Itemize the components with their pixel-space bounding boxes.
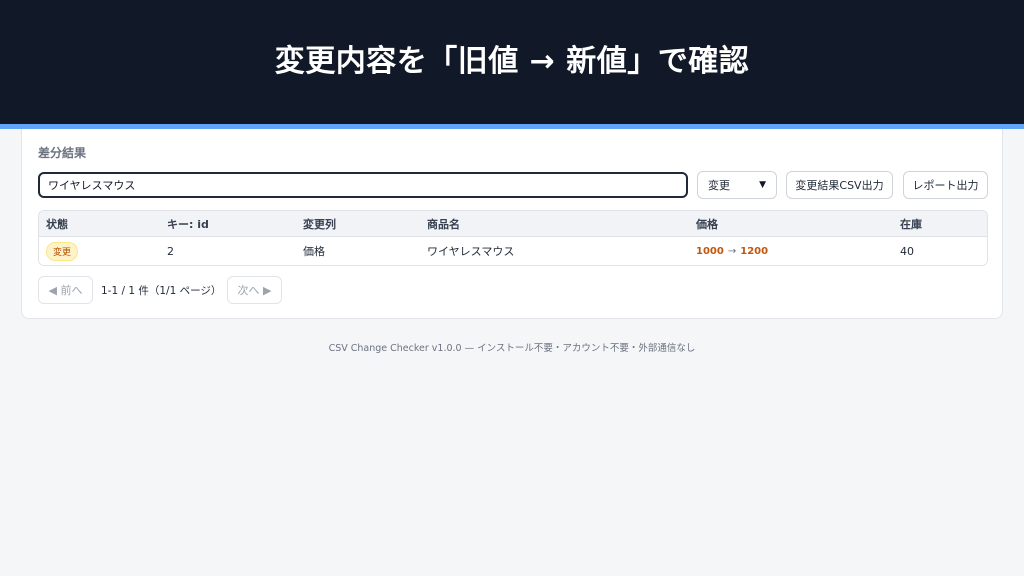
changed-column-cell: 価格 xyxy=(303,245,325,258)
price-new-value: 1200 xyxy=(740,245,769,257)
column-header-price[interactable]: 価格 xyxy=(696,211,718,236)
product-name-cell: ワイヤレスマウス xyxy=(427,245,515,258)
header-banner: 変更内容を「旧値 → 新値」で確認 xyxy=(0,0,1024,124)
page-title: 変更内容を「旧値 → 新値」で確認 xyxy=(274,44,750,79)
status-badge: 変更 xyxy=(46,241,79,261)
prev-label: 前へ xyxy=(60,284,83,297)
diff-table: 状態 キー: id 変更列 商品名 価格 在庫 変更 2 価格 ワイヤレスマウス… xyxy=(38,210,988,266)
column-header-product-name[interactable]: 商品名 xyxy=(427,211,460,236)
pagination-prev-button[interactable]: ◀ 前へ xyxy=(38,276,93,304)
column-header-stock[interactable]: 在庫 xyxy=(900,211,922,236)
pagination-info: 1-1 / 1 件（1/1 ページ） xyxy=(101,284,222,297)
key-cell: 2 xyxy=(167,244,174,258)
column-header-key[interactable]: キー: id xyxy=(167,211,209,236)
column-header-status[interactable]: 状態 xyxy=(46,211,68,236)
report-export-button[interactable]: レポート出力 xyxy=(903,171,988,199)
chevron-down-icon: ▼ xyxy=(759,180,766,190)
column-header-changed-column[interactable]: 変更列 xyxy=(303,211,336,236)
next-label: 次へ xyxy=(237,284,260,297)
stock-cell: 40 xyxy=(900,244,914,258)
pagination-next-button[interactable]: 次へ ▶ xyxy=(227,276,282,304)
diff-result-panel: 差分結果 変更 ▼ 変更結果CSV出力 レポート出力 状態 キー: id 変更列… xyxy=(21,129,1003,319)
table-header: 状態 キー: id 変更列 商品名 価格 在庫 xyxy=(39,211,987,237)
table-row[interactable]: 変更 2 価格 ワイヤレスマウス 1000 → 1200 40 xyxy=(39,237,987,265)
status-cell: 変更 xyxy=(46,237,79,265)
footer-text: CSV Change Checker v1.0.0 — インストール不要・アカウ… xyxy=(328,343,696,354)
export-changes-csv-button[interactable]: 変更結果CSV出力 xyxy=(786,171,893,199)
panel-title: 差分結果 xyxy=(38,146,87,160)
triangle-left-icon: ◀ xyxy=(48,283,57,297)
search-input[interactable] xyxy=(38,172,688,198)
price-cell: 1000 → 1200 xyxy=(696,237,768,265)
triangle-right-icon: ▶ xyxy=(263,283,272,297)
price-old-value: 1000 xyxy=(696,245,724,257)
status-filter-select[interactable]: 変更 ▼ xyxy=(697,171,777,199)
arrow-right-icon: → xyxy=(727,245,737,257)
status-filter-value: 変更 xyxy=(708,179,730,192)
